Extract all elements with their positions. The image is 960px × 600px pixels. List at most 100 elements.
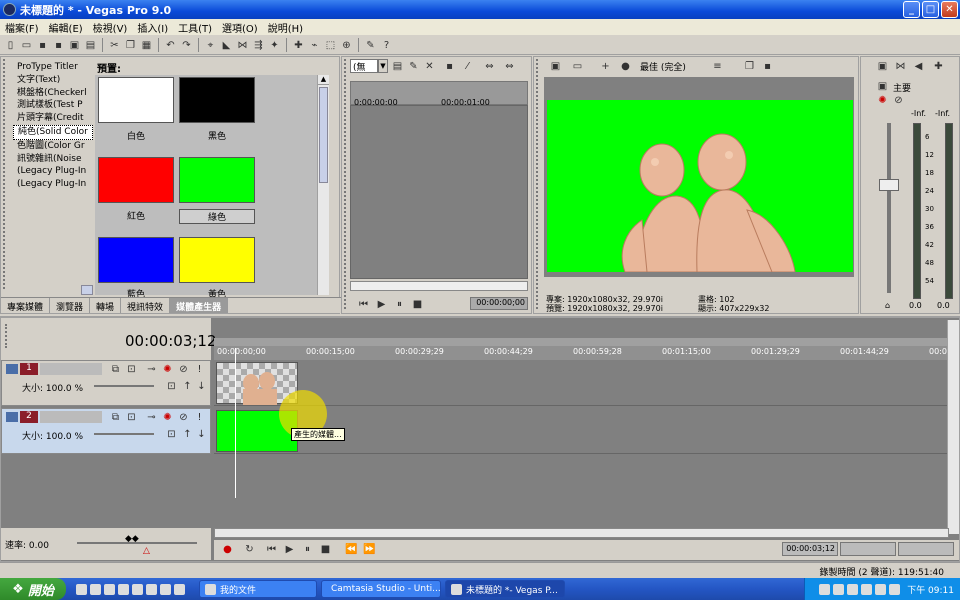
pause-icon[interactable]: ⏸ — [300, 542, 315, 557]
taskbar-item-my-documents[interactable]: 我的文件 — [199, 580, 317, 598]
trimmer-scrollbar[interactable] — [350, 281, 528, 291]
preview-quality-icon[interactable]: ● — [618, 59, 633, 74]
marker-icon[interactable]: ◣ — [219, 38, 234, 53]
help-pointer-icon[interactable]: ? — [379, 38, 394, 53]
track-collapse-icon[interactable] — [6, 364, 18, 374]
menu-help[interactable]: 說明(H) — [263, 20, 308, 35]
menu-view[interactable]: 檢視(V) — [88, 20, 133, 35]
trimmer-overwrite-icon[interactable]: ⇔ — [502, 59, 517, 74]
quick-launch-icon[interactable] — [104, 583, 115, 595]
undo-icon[interactable]: ↶ — [163, 38, 178, 53]
master-properties-icon[interactable]: ▣ — [875, 59, 890, 74]
swatch-vscroll[interactable]: ▲ — [317, 75, 329, 295]
track-fx-icon[interactable]: ⊡ — [124, 410, 139, 425]
zoom-tool-icon[interactable]: ⊕ — [339, 38, 354, 53]
track-motion-icon[interactable]: ⧉ — [108, 410, 123, 425]
master-fx-chain-icon[interactable]: ✺ — [875, 93, 890, 108]
lock-icon[interactable]: ⌂ — [885, 301, 890, 310]
tray-icon[interactable] — [861, 583, 873, 595]
menu-edit[interactable]: 編輯(E) — [44, 20, 88, 35]
firefox-icon[interactable] — [132, 583, 143, 595]
copy-snapshot-icon[interactable]: ❐ — [742, 59, 757, 74]
swatch-white[interactable] — [98, 77, 174, 123]
arrow-down-icon[interactable]: ↓ — [194, 427, 209, 442]
playhead-line[interactable] — [235, 348, 236, 498]
downmix-icon[interactable]: ◀ — [911, 59, 926, 74]
track-lane-1[interactable] — [214, 360, 949, 406]
generator-list-item[interactable]: 測試樣板(Test P — [13, 99, 93, 112]
close-button[interactable]: ✕ — [941, 1, 958, 18]
trimmer-brush-icon[interactable]: ⁄ — [460, 59, 475, 74]
generator-list-item[interactable]: 棋盤格(Checkerl — [13, 87, 93, 100]
play-from-start-icon[interactable]: ⏮ — [264, 542, 279, 557]
tab-video-fx[interactable]: 視訊特效 — [121, 298, 171, 313]
generator-list-item[interactable]: (Legacy Plug-In — [13, 178, 93, 191]
arrow-up-icon[interactable]: ↑ — [180, 427, 195, 442]
stop-icon[interactable]: ■ — [318, 542, 333, 557]
trimmer-clear-icon[interactable]: ✕ — [422, 59, 437, 74]
track-motion-icon[interactable]: ⧉ — [108, 362, 123, 377]
stop-icon[interactable]: ■ — [410, 297, 425, 312]
rate-handle-icon[interactable]: ◆◆ — [125, 534, 139, 544]
track-fx-icon[interactable]: ⊡ — [124, 362, 139, 377]
solo-icon[interactable]: ! — [192, 410, 207, 425]
trimmer-option-icon[interactable]: ▤ — [390, 59, 405, 74]
timeline-ruler[interactable]: 00:00:00;00 00:00:15;00 00:00:29;29 00:00:4… — [214, 346, 949, 360]
panel-grip[interactable] — [5, 324, 11, 348]
scroll-up-icon[interactable]: ▲ — [318, 75, 329, 85]
ripple-icon[interactable]: ⇶ — [251, 38, 266, 53]
quick-launch-icon[interactable] — [160, 583, 171, 595]
track-name-field[interactable] — [40, 363, 102, 375]
quick-launch-icon[interactable] — [146, 583, 157, 595]
solo-icon[interactable]: ! — [192, 362, 207, 377]
cut-icon[interactable]: ✂ — [107, 38, 122, 53]
mute-icon[interactable]: ⊘ — [176, 410, 191, 425]
master-fx-icon[interactable]: ⋈ — [893, 59, 908, 74]
internet-explorer-icon[interactable] — [118, 583, 129, 595]
show-desktop-icon[interactable] — [76, 583, 87, 595]
compositing-icon[interactable]: ⊸ — [144, 362, 159, 377]
track-header-2[interactable]: 2 ⧉ ⊡ ⊸ ✺ ⊘ ! 大小: 100.0 % ⊡ ↑ ↓ — [1, 408, 211, 454]
mute-icon[interactable]: ⊘ — [176, 362, 191, 377]
open-folder-icon[interactable]: ▭ — [19, 38, 34, 53]
generator-list-item[interactable]: 片頭字幕(Credit — [13, 112, 93, 125]
compositing-icon[interactable]: ⊸ — [144, 410, 159, 425]
trimmer-ruler[interactable]: 0:00:00;00 00:00:01;00 — [350, 81, 528, 107]
redo-icon[interactable]: ↷ — [179, 38, 194, 53]
save-as-icon[interactable]: ▪ — [51, 38, 66, 53]
tray-icon[interactable] — [875, 583, 887, 595]
track-collapse-icon[interactable] — [6, 412, 18, 422]
overlays-icon[interactable]: ≡ — [710, 59, 725, 74]
generator-list-item[interactable]: 純色(Solid Color — [13, 124, 93, 140]
tab-transitions[interactable]: 轉場 — [90, 298, 122, 313]
master-mute-icon[interactable]: ⊘ — [891, 93, 906, 108]
snap-icon[interactable]: ⌖ — [203, 38, 218, 53]
swatch-green[interactable] — [179, 157, 255, 203]
selection-tool-icon[interactable]: ⬚ — [323, 38, 338, 53]
normal-edit-tool-icon[interactable]: ✚ — [291, 38, 306, 53]
crossfade-icon[interactable]: ⋈ — [235, 38, 250, 53]
save-snapshot-icon[interactable]: ▪ — [760, 59, 775, 74]
envelope-tool-icon[interactable]: ⌁ — [307, 38, 322, 53]
save-icon[interactable]: ▪ — [35, 38, 50, 53]
loop-icon[interactable]: ↻ — [242, 542, 257, 557]
track-fx-chain-icon[interactable]: ✺ — [160, 410, 175, 425]
record-icon[interactable]: ● — [220, 542, 235, 557]
swatch-black[interactable] — [179, 77, 255, 123]
track-icon-a[interactable]: ⊡ — [164, 379, 179, 394]
trimmer-dropdown[interactable]: (無 — [350, 59, 378, 73]
tray-icon[interactable] — [833, 583, 845, 595]
panel-grip[interactable] — [3, 59, 11, 289]
trimmer-insert-icon[interactable]: ⇔ — [482, 59, 497, 74]
swatch-red[interactable] — [98, 157, 174, 203]
generator-list-item[interactable]: (Legacy Plug-In — [13, 165, 93, 178]
go-to-end-icon[interactable]: ⏩ — [362, 542, 377, 557]
tab-project-media[interactable]: 專案媒體 — [1, 298, 51, 313]
paste-icon[interactable]: ▦ — [139, 38, 154, 53]
generator-list-item[interactable]: 文字(Text) — [13, 74, 93, 87]
preview-quality[interactable]: 最佳 (完全) — [640, 60, 686, 73]
marker-bar[interactable] — [214, 338, 949, 346]
copy-icon[interactable]: ❐ — [123, 38, 138, 53]
preview-properties-icon[interactable]: ▣ — [548, 59, 563, 74]
master-fader-track[interactable] — [887, 123, 891, 293]
